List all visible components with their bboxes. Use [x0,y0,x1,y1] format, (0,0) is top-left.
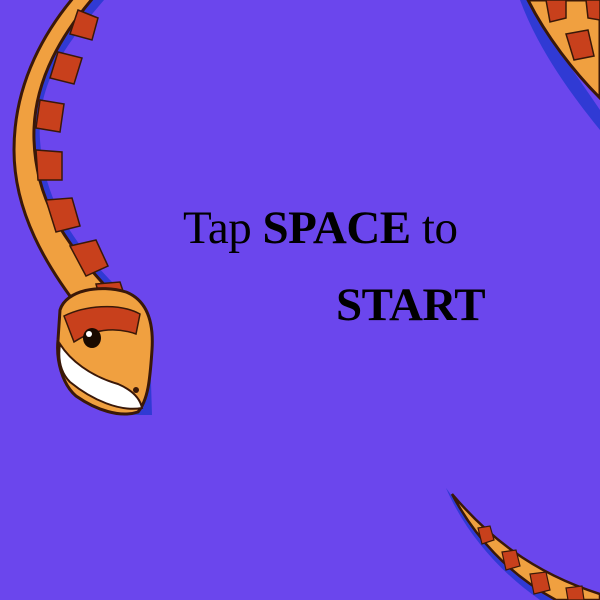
background-art [12,0,600,600]
snake-eye [83,328,101,348]
snake-icon [520,0,600,130]
snake-icon [446,488,600,600]
snake-nostril [133,387,139,393]
game-screen[interactable]: Tap SPACE to START [0,0,600,600]
start-prompt-line-1: Tap SPACE to [183,202,458,254]
snake-eye-highlight [86,331,92,337]
prompt-key-text: SPACE [262,202,412,254]
start-prompt-line-2: START [336,279,486,331]
prompt-to-text: to [410,202,458,254]
snake-icon [12,0,154,416]
prompt-tap-text: Tap [183,202,263,254]
